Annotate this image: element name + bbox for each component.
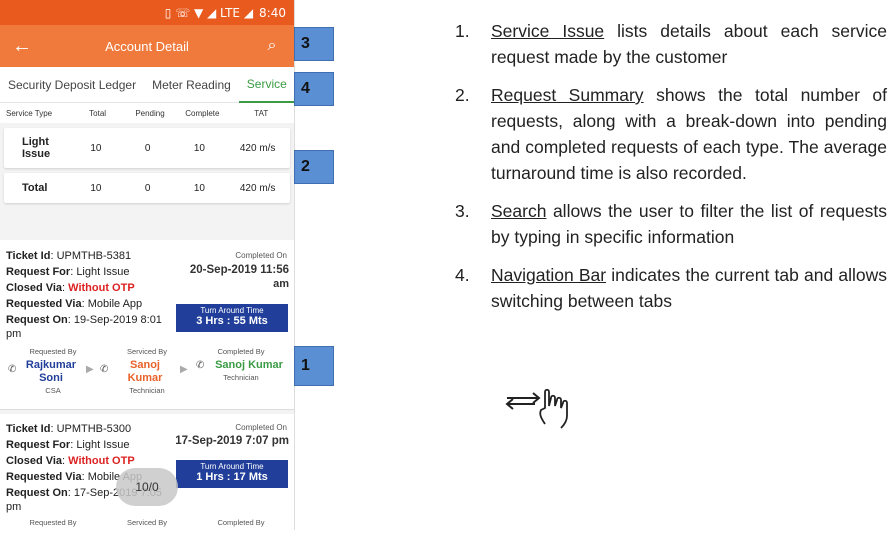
tat-box: Turn Around Time 3 Hrs : 55 Mts: [176, 304, 288, 332]
summary-complete: 10: [193, 142, 205, 154]
serviced-by-person: Sanoj Kumar: [127, 359, 163, 384]
arrow-right-icon: ▶: [180, 364, 188, 375]
tat-value: 3 Hrs : 55 Mts: [196, 315, 268, 327]
summary-pending: 0: [144, 182, 151, 194]
ticket-id-label: Ticket Id: [6, 423, 51, 435]
item-number: 2.: [455, 85, 470, 105]
tab-meter-reading[interactable]: Meter Reading: [144, 67, 239, 103]
completed-on-label: Completed On: [235, 423, 287, 432]
header-tat: TAT: [254, 108, 269, 118]
callout-service-issue: 1: [294, 346, 334, 386]
summary-row: Light Issue 10 0 10 420 m/s: [4, 128, 290, 168]
header-pending: Pending: [135, 108, 165, 118]
summary-type: Light Issue: [22, 136, 51, 160]
phone-icon[interactable]: ✆: [8, 364, 16, 375]
callout-request-summary: 2: [294, 150, 334, 184]
tab-security-deposit-ledger[interactable]: Security Deposit Ledger: [0, 67, 144, 103]
summary-type: Total: [22, 182, 48, 194]
ticket-id: UPMTHB-5300: [56, 423, 132, 435]
status-bar: ▯ ☏ ▼ ◢ LTE ◢ 8:40: [0, 0, 294, 25]
description-item: 1. Service Issue lists details about eac…: [455, 18, 887, 70]
requested-by-role: CSA: [45, 386, 61, 395]
summary-total: 10: [90, 142, 102, 154]
item-text: allows the user to filter the list of re…: [491, 201, 887, 247]
ticket-id: UPMTHB-5381: [56, 250, 132, 262]
summary-header: Service Type Total Pending Complete TAT: [0, 103, 294, 123]
phone-screen: ▯ ☏ ▼ ◢ LTE ◢ 8:40 ← Account Detail ⌕ Se…: [0, 0, 295, 530]
request-on-cont: pm: [6, 501, 22, 513]
serviced-by-label: Serviced By: [126, 518, 168, 527]
description-item: 4. Navigation Bar indicates the current …: [455, 262, 887, 314]
back-arrow-icon[interactable]: ←: [0, 35, 44, 58]
callout-navigation-bar: 4: [294, 72, 334, 106]
completed-by-label: Completed By: [217, 347, 265, 356]
item-number: 3.: [455, 201, 470, 221]
item-keyword: Service Issue: [491, 21, 605, 41]
closed-via-label: Closed Via: [6, 455, 63, 467]
navigation-bar: Security Deposit Ledger Meter Reading Se…: [0, 67, 294, 103]
request-for-label: Request For: [6, 439, 71, 451]
requested-by-person: Rajkumar Soni: [25, 359, 77, 384]
closed-via-label: Closed Via: [6, 282, 63, 294]
closed-via: Without OTP: [68, 282, 135, 294]
closed-via: Without OTP: [68, 455, 135, 467]
tab-service[interactable]: Service: [238, 67, 294, 103]
completed-date-cont: am: [273, 278, 289, 290]
request-for: Light Issue: [76, 266, 130, 278]
phone-icon[interactable]: ✆: [100, 364, 108, 375]
tat-label: Turn Around Time: [200, 462, 264, 471]
item-number: 4.: [455, 265, 470, 285]
tat-value: 1 Hrs : 17 Mts: [196, 471, 268, 483]
request-on-label: Request On: [6, 487, 68, 499]
status-icons: ▯ ☏ ▼ ◢ LTE ◢: [164, 5, 254, 20]
item-keyword: Request Summary: [491, 85, 644, 105]
phone-icon[interactable]: ✆: [196, 360, 204, 371]
request-on-label: Request On: [6, 314, 68, 326]
description-item: 3. Search allows the user to filter the …: [455, 198, 887, 250]
header-service-type: Service Type: [6, 108, 53, 118]
requested-by-label: Requested By: [29, 518, 77, 527]
summary-total: 10: [90, 182, 102, 194]
app-bar: ← Account Detail ⌕: [0, 25, 294, 67]
item-keyword: Search: [491, 201, 547, 221]
request-on-cont: pm: [6, 328, 22, 340]
summary-complete: 10: [193, 182, 205, 194]
ticket-card[interactable]: Ticket Id: UPMTHB-5381 Request For: Ligh…: [0, 240, 294, 410]
completed-by-label: Completed By: [217, 518, 265, 527]
request-on: 19-Sep-2019 8:01: [73, 314, 162, 326]
summary-tat: 420 m/s: [239, 142, 276, 154]
callout-search: 3: [294, 27, 334, 61]
status-time: 8:40: [259, 5, 286, 20]
toast-message: 10/0: [116, 468, 178, 506]
serviced-by-role: Technician: [129, 386, 165, 395]
arrow-right-icon: ▶: [86, 364, 94, 375]
tat-label: Turn Around Time: [200, 306, 264, 315]
description-list: 1. Service Issue lists details about eac…: [455, 18, 887, 326]
requested-via: Mobile App: [87, 298, 143, 310]
description-item: 2. Request Summary shows the total numbe…: [455, 82, 887, 186]
request-for-label: Request For: [6, 266, 71, 278]
summary-tat: 420 m/s: [239, 182, 276, 194]
ticket-id-label: Ticket Id: [6, 250, 51, 262]
requested-by-label: Requested By: [29, 347, 77, 356]
page-title: Account Detail: [105, 38, 189, 54]
item-number: 1.: [455, 21, 470, 41]
completed-by-person: Sanoj Kumar: [215, 359, 283, 371]
search-icon[interactable]: ⌕: [250, 37, 294, 55]
item-keyword: Navigation Bar: [491, 265, 607, 285]
tat-box: Turn Around Time 1 Hrs : 17 Mts: [176, 460, 288, 488]
request-for: Light Issue: [76, 439, 130, 451]
completed-date: 20-Sep-2019 11:56: [189, 264, 289, 276]
summary-pending: 0: [144, 142, 151, 154]
serviced-by-label: Serviced By: [126, 347, 168, 356]
requested-via-label: Requested Via: [6, 298, 82, 310]
swipe-hand-icon: [505, 384, 575, 438]
completed-on-label: Completed On: [235, 251, 287, 260]
header-total: Total: [89, 108, 107, 118]
summary-total-row: Total 10 0 10 420 m/s: [4, 173, 290, 203]
header-complete: Complete: [185, 108, 220, 118]
completed-date: 17-Sep-2019 7:07 pm: [175, 435, 289, 447]
requested-via-label: Requested Via: [6, 471, 82, 483]
completed-by-role: Technician: [223, 373, 259, 382]
